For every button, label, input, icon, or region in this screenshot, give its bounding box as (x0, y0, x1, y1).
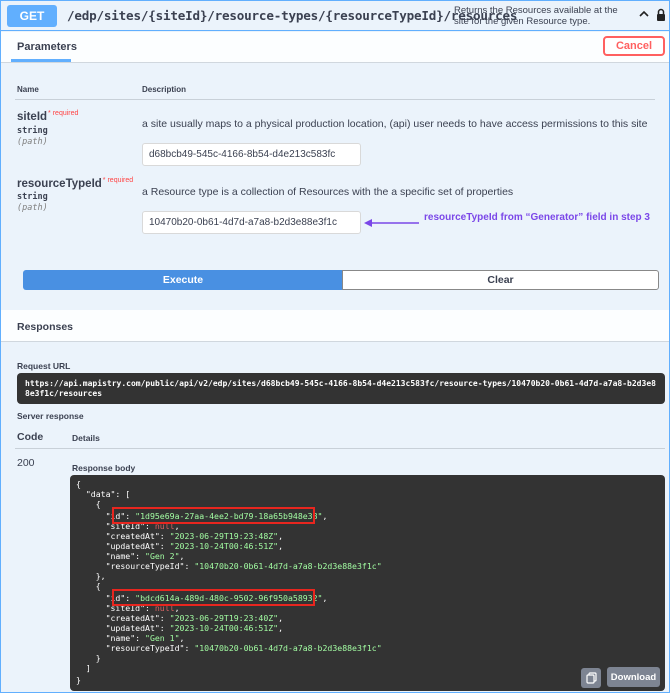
id-highlight-box (112, 507, 315, 524)
param-name-siteid: siteId* required (17, 110, 79, 123)
http-method-badge: GET (7, 4, 57, 27)
param-location-resourcetypeid: (path) (17, 203, 48, 213)
download-button[interactable]: Download (607, 667, 660, 687)
responses-title: Responses (17, 321, 74, 333)
responses-header: Responses (1, 310, 669, 342)
json-line: "updatedAt": "2023-10-24T00:46:51Z", (76, 541, 284, 551)
json-line: { (95, 499, 101, 509)
column-header-name: Name (17, 85, 39, 94)
execute-button[interactable]: Execute (23, 270, 343, 290)
json-line: "updatedAt": "2023-10-24T00:46:51Z", (76, 623, 284, 633)
required-marker: * required (48, 110, 79, 117)
code-column-header: Code (17, 431, 44, 443)
json-line: "resourceTypeId": "10470b20-0b61-4d7d-a7… (76, 561, 382, 571)
operation-description: Returns the Resources available at the s… (454, 5, 618, 27)
tab-underline (11, 59, 71, 62)
tab-parameters[interactable]: Parameters (17, 41, 77, 53)
copy-button[interactable] (581, 668, 601, 688)
param-type-siteid: string (17, 126, 48, 136)
json-line: { (76, 479, 81, 489)
annotation-arrow-icon (364, 219, 419, 227)
json-line: "createdAt": "2023-06-29T19:23:48Z", (76, 531, 284, 541)
divider (15, 448, 665, 449)
json-line: "name": "Gen 2", (76, 551, 185, 561)
siteid-input[interactable]: d68bcb49-545c-4166-8b54-d4e213c583fc (142, 143, 361, 166)
parameters-header: Parameters (1, 32, 669, 63)
status-code: 200 (17, 457, 35, 469)
param-description-resourcetypeid: a Resource type is a collection of Resou… (142, 186, 514, 198)
json-line: } (76, 675, 81, 685)
request-url[interactable]: https://api.mapistry.com/public/api/v2/e… (17, 373, 665, 404)
param-location-siteid: (path) (17, 137, 48, 147)
param-description-siteid: a site usually maps to a physical produc… (142, 118, 648, 130)
cancel-button[interactable]: Cancel (603, 36, 665, 56)
column-header-description: Description (142, 85, 187, 94)
json-line: "name": "Gen 1", (76, 633, 185, 643)
json-line: "createdAt": "2023-06-29T19:23:40Z", (76, 613, 284, 623)
json-line: "resourceTypeId": "10470b20-0b61-4d7d-a7… (76, 643, 382, 653)
param-name-resourcetypeid: resourceTypeId* required (17, 177, 134, 190)
request-url-label: Request URL (17, 361, 71, 371)
json-line: { (95, 581, 101, 591)
endpoint-path: /edp/sites/{siteId}/resource-types/{reso… (67, 8, 518, 23)
resourcetypeid-input[interactable]: 10470b20-0b61-4d7d-a7a8-b2d3e88e3f1c (142, 211, 361, 234)
json-line: }, (95, 571, 106, 581)
annotation-text: resourceTypeId from “Generator” field in… (424, 212, 650, 223)
details-column-header: Details (72, 433, 100, 443)
lock-icon[interactable] (656, 8, 666, 22)
operation-summary[interactable]: GET /edp/sites/{siteId}/resource-types/{… (1, 1, 669, 31)
operation-block: GET /edp/sites/{siteId}/resource-types/{… (0, 0, 670, 693)
response-body-label: Response body (72, 463, 136, 473)
json-line: "data": [ (85, 489, 131, 499)
chevron-up-icon[interactable] (639, 7, 649, 21)
json-line: } (95, 653, 101, 663)
required-marker: * required (102, 177, 134, 184)
response-body[interactable]: { "data": [ { "id": "1d95e69a-27aa-4ee2-… (70, 475, 665, 691)
server-response-label: Server response (17, 411, 84, 421)
divider (15, 99, 655, 100)
clear-button[interactable]: Clear (342, 270, 659, 290)
id-highlight-box (112, 589, 315, 606)
param-type-resourcetypeid: string (17, 192, 48, 202)
json-line: ] (85, 663, 91, 673)
copy-icon (585, 672, 597, 684)
